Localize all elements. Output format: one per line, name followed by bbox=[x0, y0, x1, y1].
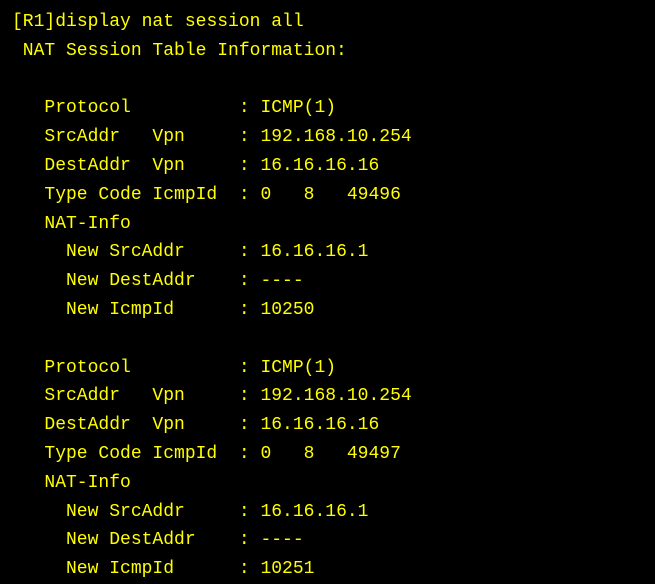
typecode-label: Type Code IcmpId : bbox=[12, 185, 260, 205]
newsrc-label: New SrcAddr : bbox=[12, 502, 260, 522]
protocol-label: Protocol : bbox=[12, 358, 260, 378]
protocol-value: ICMP(1) bbox=[260, 98, 336, 118]
newdest-label: New DestAddr : bbox=[12, 530, 260, 550]
newdest-value: ---- bbox=[260, 530, 303, 550]
session-row: New SrcAddr : 16.16.16.1 bbox=[12, 238, 643, 267]
session-row: New DestAddr : ---- bbox=[12, 526, 643, 555]
protocol-value: ICMP(1) bbox=[260, 358, 336, 378]
newicmp-label: New IcmpId : bbox=[12, 300, 260, 320]
session-row: New SrcAddr : 16.16.16.1 bbox=[12, 498, 643, 527]
typecode-label: Type Code IcmpId : bbox=[12, 444, 260, 464]
session-row: Type Code IcmpId : 0 8 49496 bbox=[12, 181, 643, 210]
command-text: display nat session all bbox=[55, 12, 303, 32]
session-row: DestAddr Vpn : 16.16.16.16 bbox=[12, 152, 643, 181]
newsrc-value: 16.16.16.1 bbox=[260, 242, 368, 262]
typecode-value: 0 8 49497 bbox=[260, 444, 400, 464]
newsrc-label: New SrcAddr : bbox=[12, 242, 260, 262]
srcaddr-value: 192.168.10.254 bbox=[260, 127, 411, 147]
blank-row bbox=[12, 66, 643, 95]
natinfo-row: NAT-Info bbox=[12, 210, 643, 239]
command-line[interactable]: [R1]display nat session all bbox=[12, 8, 643, 37]
srcaddr-label: SrcAddr Vpn : bbox=[12, 386, 260, 406]
srcaddr-value: 192.168.10.254 bbox=[260, 386, 411, 406]
session-row: Type Code IcmpId : 0 8 49497 bbox=[12, 440, 643, 469]
typecode-value: 0 8 49496 bbox=[260, 185, 400, 205]
natinfo-row: NAT-Info bbox=[12, 469, 643, 498]
destaddr-value: 16.16.16.16 bbox=[260, 415, 379, 435]
table-header: NAT Session Table Information: bbox=[12, 37, 643, 66]
session-row: New IcmpId : 10250 bbox=[12, 296, 643, 325]
newdest-value: ---- bbox=[260, 271, 303, 291]
srcaddr-label: SrcAddr Vpn : bbox=[12, 127, 260, 147]
newsrc-value: 16.16.16.1 bbox=[260, 502, 368, 522]
destaddr-label: DestAddr Vpn : bbox=[12, 156, 260, 176]
device-prompt: [R1] bbox=[12, 12, 55, 32]
blank-row bbox=[12, 325, 643, 354]
destaddr-label: DestAddr Vpn : bbox=[12, 415, 260, 435]
newicmp-value: 10251 bbox=[260, 559, 314, 579]
newicmp-value: 10250 bbox=[260, 300, 314, 320]
session-row: SrcAddr Vpn : 192.168.10.254 bbox=[12, 382, 643, 411]
newdest-label: New DestAddr : bbox=[12, 271, 260, 291]
destaddr-value: 16.16.16.16 bbox=[260, 156, 379, 176]
session-row: New DestAddr : ---- bbox=[12, 267, 643, 296]
newicmp-label: New IcmpId : bbox=[12, 559, 260, 579]
protocol-label: Protocol : bbox=[12, 98, 260, 118]
session-row: Protocol : ICMP(1) bbox=[12, 94, 643, 123]
session-row: Protocol : ICMP(1) bbox=[12, 354, 643, 383]
session-row: DestAddr Vpn : 16.16.16.16 bbox=[12, 411, 643, 440]
session-row: SrcAddr Vpn : 192.168.10.254 bbox=[12, 123, 643, 152]
